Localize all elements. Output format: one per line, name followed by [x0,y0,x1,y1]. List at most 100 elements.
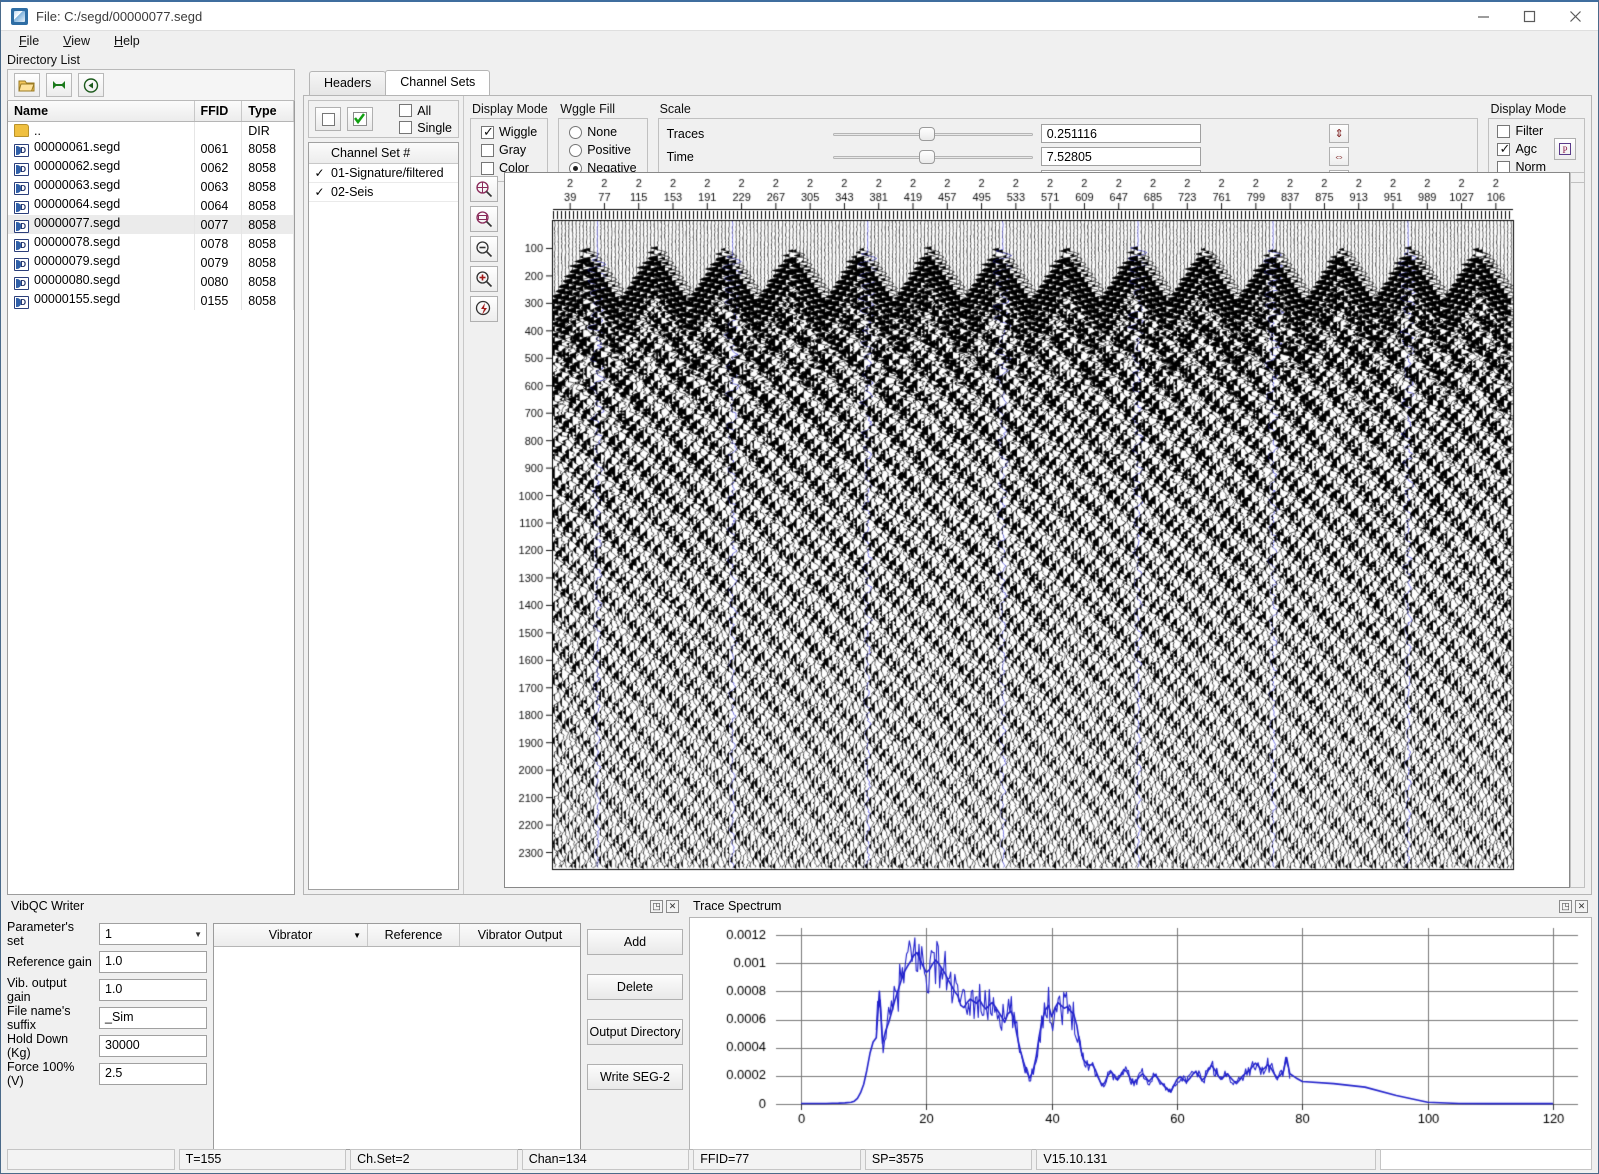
back-icon[interactable] [78,73,104,97]
display-mode-wiggle[interactable]: Wiggle [481,125,537,139]
zoom-horizontal-icon[interactable] [470,206,498,232]
table-row[interactable]: ..DIR [8,122,294,140]
menu-file[interactable]: File [9,32,49,50]
vertical-extent-icon[interactable]: ⇕ [1329,124,1349,143]
output-directory-button[interactable]: Output Directory [587,1019,683,1045]
all-checkbox-row[interactable]: All [399,104,452,118]
field-input[interactable]: 2.5 [99,1063,207,1085]
table-row[interactable]: D00000079.segd00798058 [8,253,294,272]
field-input[interactable]: 1.0 [99,979,207,1001]
maximize-button[interactable] [1506,1,1552,32]
channel-set-list[interactable]: Channel Set # ✓01-Signature/filtered✓02-… [308,142,459,890]
table-row[interactable]: D00000061.segd00618058 [8,139,294,158]
tab-headers[interactable]: Headers [309,71,386,95]
wiggle-fill-none[interactable]: None [569,125,636,139]
options-and-plot: Display Mode Wiggle Gray Color Wggle Fil… [464,96,1591,894]
column-header-vibrator[interactable]: Vibrator ▼ [214,924,368,946]
spectrum-title-bar: Trace Spectrum ◳ ✕ [689,895,1592,917]
scale-value-time[interactable]: 7.52805 [1041,147,1201,166]
close-button[interactable] [1552,1,1598,32]
horizontal-extent-icon[interactable]: ⇔ [1329,147,1349,166]
minimize-button[interactable] [1460,1,1506,32]
column-header-vibrator-output[interactable]: Vibrator Output [460,924,580,946]
vibrator-table[interactable]: Vibrator ▼ Reference Vibrator Output [213,923,581,1150]
cell-name: D00000079.segd [8,253,194,272]
wiggle-fill-positive[interactable]: Positive [569,143,636,157]
table-row[interactable]: D00000155.segd01558058 [8,291,294,310]
seismic-wiggle-plot[interactable] [504,172,1570,888]
none-radio[interactable] [569,126,582,139]
write-seg-2-button[interactable]: Write SEG-2 [587,1064,683,1090]
directory-table[interactable]: Name FFID Type ..DIRD00000061.segd006180… [7,101,295,895]
table-row[interactable]: D00000064.segd00648058 [8,196,294,215]
color-checkbox[interactable] [481,162,494,175]
channel-set-row[interactable]: ✓02-Seis [309,183,458,202]
cell-name: D00000061.segd [8,139,194,158]
field-input[interactable]: _Sim [99,1007,207,1029]
title-bar: File: C:/segd/00000077.segd [1,0,1598,31]
vibqc-title-bar: VibQC Writer ◳ ✕ [7,895,683,917]
filter-checkbox[interactable] [1497,125,1510,138]
form-row: Hold Down (Kg)30000 [7,1035,207,1057]
column-header-type[interactable]: Type [242,101,294,122]
row-checkbox[interactable]: ✓ [313,185,326,199]
refresh-icon[interactable] [46,73,72,97]
spectrum-chart[interactable] [689,917,1592,1150]
zoom-reset-icon[interactable] [470,296,498,322]
status-cell: FFID=77 [693,1149,861,1170]
table-row[interactable]: D00000077.segd00778058 [8,215,294,234]
seismic-canvas[interactable] [505,173,1515,873]
segd-file-icon: D [14,163,29,176]
positive-radio[interactable] [569,144,582,157]
zoom-box-icon[interactable] [470,176,498,202]
menu-help[interactable]: Help [104,32,150,50]
agc-label: Agc [1515,142,1537,156]
close-icon[interactable]: ✕ [1575,900,1588,913]
zoom-out-icon[interactable] [470,236,498,262]
agc-checkbox[interactable] [1497,143,1510,156]
seismic-vertical-scrollbar[interactable] [1570,172,1585,888]
uncheck-all-button[interactable] [315,107,341,131]
filter-row[interactable]: Filter [1497,124,1546,138]
all-label: All [417,104,431,118]
single-checkbox-row[interactable]: Single [399,121,452,135]
add-button[interactable]: Add [587,929,683,955]
scale-value-traces[interactable]: 0.251116 [1041,124,1201,143]
delete-button[interactable]: Delete [587,974,683,1000]
table-row[interactable]: D00000062.segd00628058 [8,158,294,177]
check-all-button[interactable] [347,107,373,131]
phase-icon[interactable]: P [1554,138,1576,160]
table-row[interactable]: D00000063.segd00638058 [8,177,294,196]
column-header-reference[interactable]: Reference [368,924,460,946]
all-checkbox[interactable] [399,104,412,117]
table-row[interactable]: D00000080.segd00808058 [8,272,294,291]
column-header-ffid[interactable]: FFID [194,101,242,122]
zoom-in-icon[interactable] [470,266,498,292]
parameter-set-combo[interactable]: 1▼ [99,923,207,945]
menu-view[interactable]: View [53,32,100,50]
chevron-down-icon[interactable]: ▼ [194,930,202,939]
display-mode-gray[interactable]: Gray [481,143,537,157]
float-icon[interactable]: ◳ [1559,900,1572,913]
channel-set-row[interactable]: ✓01-Signature/filtered [309,164,458,183]
scale-slider-time[interactable] [833,150,1033,164]
column-header-name[interactable]: Name [8,101,194,122]
segd-file-icon: D [14,277,29,290]
agc-row[interactable]: Agc [1497,142,1546,156]
chevron-down-icon[interactable]: ▼ [353,931,361,940]
vibqc-body: Parameter's set1▼Reference gain1.0Vib. o… [7,917,683,1150]
row-checkbox[interactable]: ✓ [313,166,326,180]
scale-slider-traces[interactable] [833,127,1033,141]
field-input[interactable]: 1.0 [99,951,207,973]
cell-name: D00000063.segd [8,177,194,196]
open-folder-icon[interactable] [14,73,40,97]
wiggle-checkbox[interactable] [481,126,494,139]
gray-checkbox[interactable] [481,144,494,157]
close-icon[interactable]: ✕ [666,900,679,913]
field-input[interactable]: 30000 [99,1035,207,1057]
file-name: 00000061.segd [34,140,120,154]
table-row[interactable]: D00000078.segd00788058 [8,234,294,253]
float-icon[interactable]: ◳ [650,900,663,913]
tab-channel-sets[interactable]: Channel Sets [385,70,490,95]
single-checkbox[interactable] [399,121,412,134]
